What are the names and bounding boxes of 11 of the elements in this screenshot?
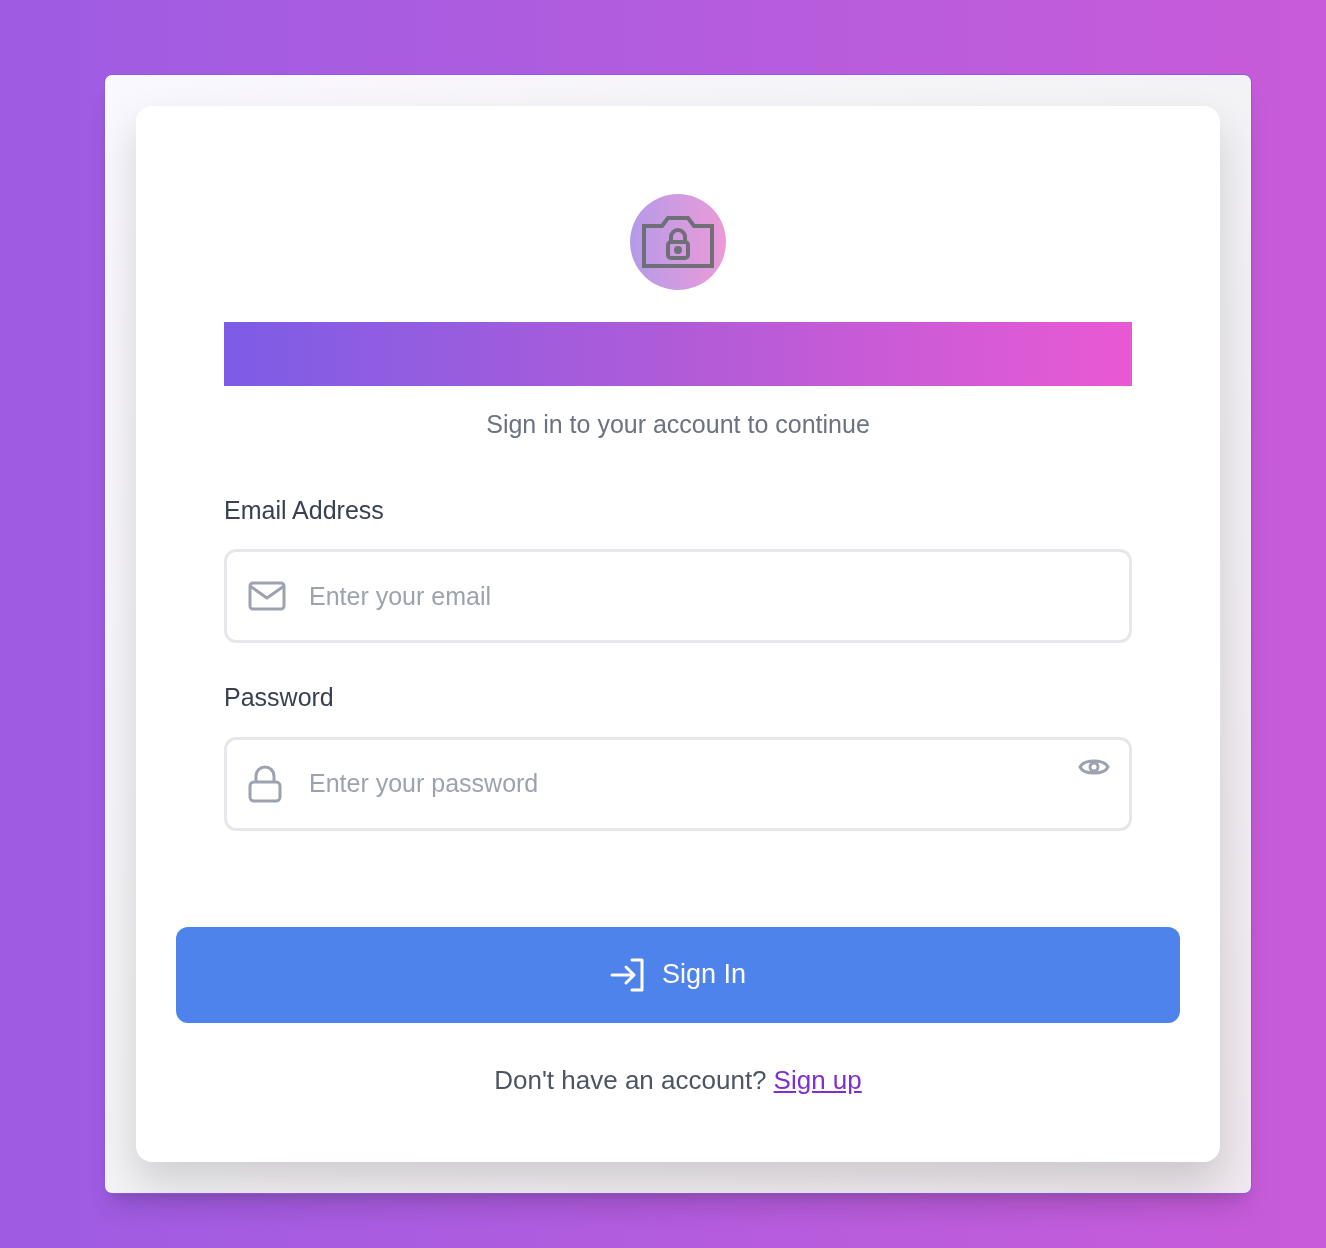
sign-up-link[interactable]: Sign up — [773, 1060, 862, 1100]
field-label: Password — [224, 682, 335, 713]
footer-text: Don't have an account? — [494, 1063, 767, 1097]
mail-icon — [248, 581, 286, 611]
sign-in-button[interactable]: Sign In — [176, 926, 1180, 1023]
sign-in-icon — [609, 957, 646, 992]
email-field[interactable]: Enter your email — [224, 549, 1132, 643]
subtitle: Sign in to your account to continue — [486, 409, 870, 440]
field-label: Email Address — [224, 494, 385, 526]
password-field[interactable]: Enter your password — [224, 736, 1132, 831]
padlock-icon — [248, 764, 282, 803]
